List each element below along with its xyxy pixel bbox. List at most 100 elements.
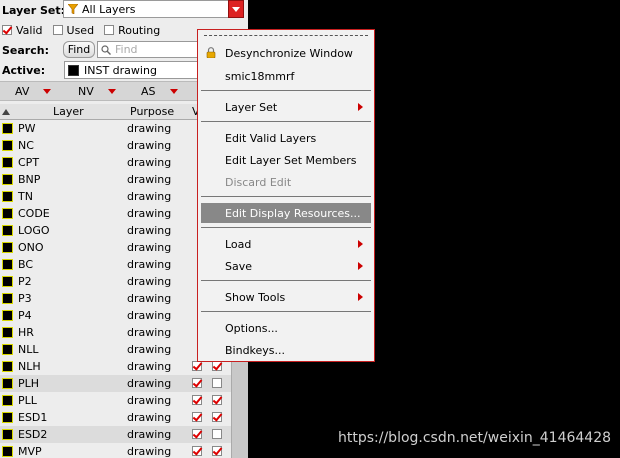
av-label: AV: [15, 85, 30, 98]
layer-purpose: drawing: [127, 207, 172, 220]
layer-purpose: drawing: [127, 326, 172, 339]
active-layer-field[interactable]: INST drawing: [64, 61, 204, 79]
layer-set-combo[interactable]: All Layers: [63, 0, 244, 18]
visible-checkbox[interactable]: [192, 395, 202, 405]
table-row[interactable]: ESD1 drawing: [0, 409, 248, 426]
menu-separator: [201, 90, 371, 91]
menu-item-options[interactable]: Options...: [201, 318, 371, 338]
nv-label: NV: [78, 85, 94, 98]
menu-item-label: Show Tools: [225, 290, 286, 304]
layer-set-row: Layer Set:: [2, 0, 65, 20]
menu-item-desynchronize[interactable]: Desynchronize Window: [201, 43, 371, 63]
menu-item-layer-set[interactable]: Layer Set: [201, 97, 371, 117]
selectable-checkbox[interactable]: [212, 378, 222, 388]
as-label: AS: [141, 85, 156, 98]
layer-name: BC: [18, 258, 34, 271]
visible-checkbox[interactable]: [192, 412, 202, 422]
active-layer-swatch: [68, 64, 79, 76]
layer-name: BNP: [18, 173, 41, 186]
chevron-down-icon: [169, 89, 178, 94]
layer-purpose: drawing: [127, 224, 172, 237]
menu-item-edit-valid-layers[interactable]: Edit Valid Layers: [201, 128, 371, 148]
active-row: Active:: [2, 60, 45, 80]
layer-name: P2: [18, 275, 32, 288]
nv-button[interactable]: NV: [78, 85, 116, 98]
menu-item-load[interactable]: Load: [201, 234, 371, 254]
used-checkbox[interactable]: [52, 25, 63, 35]
layer-purpose: drawing: [127, 139, 172, 152]
as-button[interactable]: AS: [141, 85, 178, 98]
layer-name: LOGO: [18, 224, 50, 237]
menu-item-edit-layer-set-members[interactable]: Edit Layer Set Members: [201, 150, 371, 170]
selectable-checkbox[interactable]: [212, 361, 222, 371]
table-row[interactable]: PLL drawing: [0, 392, 248, 409]
visible-checkbox[interactable]: [192, 361, 202, 371]
layer-swatch: [2, 344, 13, 355]
layer-swatch: [2, 412, 13, 423]
menu-item-label: Save: [225, 259, 253, 273]
lock-icon: [206, 47, 216, 58]
layer-swatch: [2, 174, 13, 185]
layer-purpose: drawing: [127, 292, 172, 305]
selectable-checkbox[interactable]: [212, 429, 222, 439]
routing-checkbox[interactable]: [104, 25, 115, 35]
layer-swatch: [2, 446, 13, 457]
menu-item-label: Options...: [225, 321, 278, 335]
layer-name: P3: [18, 292, 32, 305]
search-input[interactable]: Find: [97, 41, 207, 58]
layer-swatch: [2, 378, 13, 389]
search-placeholder: Find: [115, 43, 138, 56]
used-label: Used: [66, 23, 95, 37]
menu-item-edit-display-resources[interactable]: Edit Display Resources...: [201, 203, 371, 223]
layer-name: PLL: [18, 394, 37, 407]
table-row[interactable]: ESD2 drawing: [0, 426, 248, 443]
submenu-arrow-icon: [358, 293, 363, 301]
layer-swatch: [2, 327, 13, 338]
menu-item-label: Edit Display Resources...: [225, 206, 361, 220]
visible-checkbox[interactable]: [192, 429, 202, 439]
find-button[interactable]: Find: [63, 41, 95, 58]
layer-purpose: drawing: [127, 241, 172, 254]
menu-separator: [201, 280, 371, 281]
menu-item-bindkeys[interactable]: Bindkeys...: [201, 340, 371, 360]
layer-swatch: [2, 429, 13, 440]
menu-item-label: Edit Valid Layers: [225, 131, 317, 145]
layer-name: NLH: [18, 360, 41, 373]
layer-name: NLL: [18, 343, 39, 356]
tear-off-line[interactable]: [204, 35, 368, 36]
selectable-checkbox[interactable]: [212, 412, 222, 422]
layer-name: CODE: [18, 207, 50, 220]
menu-item-label: Discard Edit: [225, 175, 292, 189]
menu-item-label: Load: [225, 237, 252, 251]
active-layer-value: INST drawing: [84, 63, 157, 77]
chevron-down-icon[interactable]: [228, 0, 244, 18]
layer-swatch: [2, 259, 13, 270]
layer-name: NC: [18, 139, 34, 152]
av-button[interactable]: AV: [15, 85, 52, 98]
menu-item-label: Bindkeys...: [225, 343, 286, 357]
active-label: Active:: [2, 63, 46, 77]
menu-item-show-tools[interactable]: Show Tools: [201, 287, 371, 307]
layer-purpose: drawing: [127, 190, 172, 203]
layer-swatch: [2, 395, 13, 406]
table-row[interactable]: MVP drawing: [0, 443, 248, 458]
sort-up-icon[interactable]: [2, 109, 10, 115]
valid-label: Valid: [16, 23, 43, 37]
menu-item-cell[interactable]: smic18mmrf: [201, 66, 371, 86]
visible-checkbox[interactable]: [192, 378, 202, 388]
visible-checkbox[interactable]: [192, 446, 202, 456]
layer-purpose: drawing: [127, 275, 172, 288]
layer-swatch: [2, 225, 13, 236]
selectable-checkbox[interactable]: [212, 395, 222, 405]
valid-checkbox[interactable]: [2, 25, 12, 35]
col-purpose[interactable]: Purpose: [130, 105, 174, 118]
layer-swatch: [2, 191, 13, 202]
table-row[interactable]: PLH drawing: [0, 375, 248, 392]
menu-item-save[interactable]: Save: [201, 256, 371, 276]
col-layer[interactable]: Layer: [53, 105, 84, 118]
layer-purpose: drawing: [127, 122, 172, 135]
selectable-checkbox[interactable]: [212, 446, 222, 456]
submenu-arrow-icon: [358, 240, 363, 248]
layer-purpose: drawing: [127, 360, 172, 373]
menu-separator: [201, 196, 371, 197]
